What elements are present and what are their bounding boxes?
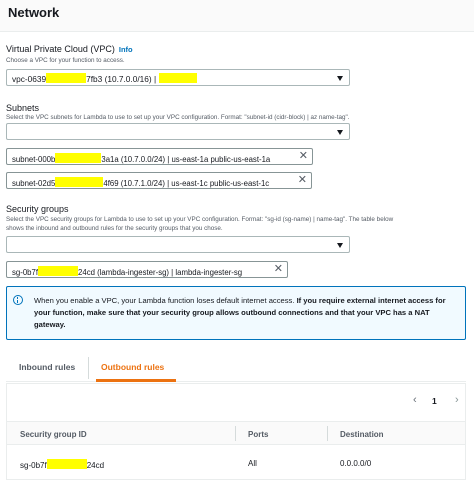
outbound-rules-table: ‹ 1 › Security group ID Ports Destinatio… — [6, 383, 466, 480]
vpc-select[interactable]: vpc-0639 7fb3 (10.7.0.0/16) | — [6, 69, 350, 86]
vpc-info-link[interactable]: Info — [119, 45, 133, 54]
column-header-destination: Destination — [340, 430, 384, 439]
chevron-down-icon — [337, 76, 343, 81]
security-groups-description-line1: Select the VPC security groups for Lambd… — [6, 216, 394, 223]
redaction-mark — [55, 176, 104, 187]
security-group-token-value: sg-0b7f 24cd (lambda-ingester-sg) | lambd… — [12, 265, 243, 277]
redaction-mark — [159, 73, 198, 83]
alert-text-normal: When you enable a VPC, your Lambda funct… — [34, 296, 297, 305]
vpc-label-text: Virtual Private Cloud (VPC) — [6, 44, 115, 54]
security-groups-select[interactable] — [6, 236, 350, 253]
sg-id-prefix: sg-0b7f — [20, 461, 47, 470]
sg-id-prefix: sg-0b7f — [12, 267, 39, 277]
column-divider[interactable] — [235, 426, 236, 441]
cell-security-group-id: sg-0b7f 24cd — [20, 459, 104, 470]
subnets-select[interactable] — [6, 123, 350, 140]
chevron-down-icon — [337, 130, 343, 135]
redaction-mark — [46, 459, 87, 469]
cell-ports: All — [248, 459, 257, 468]
subnet-id-suffix: 3a1a (10.7.0.0/24) | us-east-1a public-u… — [101, 154, 271, 164]
section-title: Network — [8, 5, 60, 20]
subnet-id-prefix: subnet-000b — [12, 154, 56, 164]
tab-outbound-rules[interactable]: Outbound rules — [101, 362, 164, 372]
sg-id-suffix: 24cd — [86, 461, 105, 470]
alert-text: When you enable a VPC, your Lambda funct… — [34, 295, 454, 331]
security-groups-label: Security groups — [6, 204, 69, 214]
column-header-security-group-id: Security group ID — [20, 430, 87, 439]
close-icon[interactable]: ✕ — [299, 151, 308, 162]
subnet-token: subnet-02d5 4f69 (10.7.1.0/24) | us-east-… — [6, 172, 312, 189]
subnet-token-value: subnet-02d5 4f69 (10.7.1.0/24) | us-east-… — [12, 176, 270, 188]
vpc-label: Virtual Private Cloud (VPC) Info — [6, 44, 133, 54]
redaction-mark — [46, 73, 87, 83]
close-icon[interactable]: ✕ — [298, 175, 307, 186]
subnets-label: Subnets — [6, 103, 40, 113]
vpc-description: Choose a VPC for your function to access… — [6, 57, 125, 64]
rules-tabs: Inbound rules Outbound rules — [6, 355, 466, 382]
subnet-token-value: subnet-000b 3a1a (10.7.0.0/24) | us-east-… — [12, 152, 271, 164]
active-tab-indicator — [96, 379, 176, 382]
sg-id-suffix: 24cd (lambda-ingester-sg) | lambda-inges… — [78, 267, 243, 277]
subnet-id-prefix: subnet-02d5 — [12, 178, 56, 188]
info-icon — [13, 295, 23, 305]
chevron-down-icon — [337, 243, 343, 248]
chevron-left-icon[interactable]: ‹ — [413, 394, 417, 406]
network-section-header: Network — [0, 0, 474, 32]
security-group-token: sg-0b7f 24cd (lambda-ingester-sg) | lambd… — [6, 261, 288, 278]
redaction-mark — [38, 265, 79, 276]
security-groups-description-line2: shows the inbound and outbound rules for… — [6, 225, 223, 232]
redaction-mark — [55, 152, 102, 163]
close-icon[interactable]: ✕ — [274, 264, 283, 275]
vpc-internet-access-alert: When you enable a VPC, your Lambda funct… — [6, 286, 466, 340]
subnets-description: Select the VPC subnets for Lambda to use… — [6, 114, 350, 121]
column-header-ports: Ports — [248, 430, 269, 439]
chevron-right-icon[interactable]: › — [455, 394, 459, 406]
cell-destination: 0.0.0.0/0 — [340, 459, 372, 468]
column-divider[interactable] — [327, 426, 328, 441]
vpc-id-prefix: vpc-0639 — [12, 74, 47, 84]
vpc-select-value: vpc-0639 7fb3 (10.7.0.0/16) | — [12, 73, 198, 84]
tab-divider — [88, 357, 89, 379]
table-header-row: Security group ID Ports Destination — [7, 421, 465, 445]
vpc-id-suffix: 7fb3 (10.7.0.0/16) | — [86, 74, 157, 84]
tab-inbound-rules[interactable]: Inbound rules — [19, 362, 75, 372]
subnet-token: subnet-000b 3a1a (10.7.0.0/24) | us-east-… — [6, 148, 313, 165]
page-number[interactable]: 1 — [432, 396, 437, 406]
subnet-id-suffix: 4f69 (10.7.1.0/24) | us-east-1c public-u… — [103, 178, 270, 188]
